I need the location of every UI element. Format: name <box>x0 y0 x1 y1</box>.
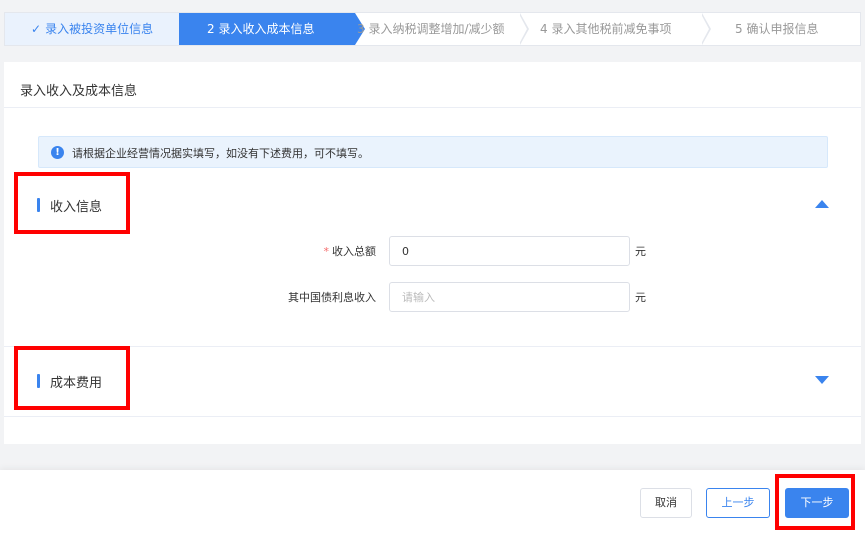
bond-interest-row: 其中国债利息收入 元 <box>4 282 861 312</box>
previous-step-button[interactable]: 上一步 <box>706 488 770 518</box>
section-divider <box>4 416 861 417</box>
check-icon: ✓ <box>31 22 42 36</box>
step-3[interactable]: 3 录入纳税调整增加/减少额 <box>357 13 505 45</box>
step-4-label: 4 录入其他税前减免事项 <box>540 22 672 36</box>
chevron-down-icon[interactable] <box>815 376 829 384</box>
total-income-unit: 元 <box>635 245 646 258</box>
cost-section-header[interactable]: 成本费用 <box>4 366 861 396</box>
chevron-up-icon[interactable] <box>815 200 829 208</box>
bond-interest-unit: 元 <box>635 291 646 304</box>
cancel-button[interactable]: 取消 <box>640 488 692 518</box>
step-1-label: 录入被投资单位信息 <box>45 22 154 36</box>
divider <box>4 107 861 108</box>
step-5-label: 5 确认申报信息 <box>735 22 819 36</box>
bond-interest-label: 其中国债利息收入 <box>288 291 376 304</box>
step-separator <box>519 13 529 45</box>
info-icon: ! <box>51 146 64 159</box>
info-notice: ! 请根据企业经营情况据实填写，如没有下述费用，可不填写。 <box>38 136 828 168</box>
card-title: 录入收入及成本信息 <box>20 84 138 99</box>
section-marker <box>37 374 40 388</box>
total-income-input[interactable] <box>389 236 630 266</box>
next-step-button[interactable]: 下一步 <box>785 488 849 518</box>
step-3-label: 3 录入纳税调整增加/减少额 <box>357 22 505 36</box>
section-divider <box>4 346 861 347</box>
step-2-label: 2 录入收入成本信息 <box>207 22 315 36</box>
total-income-label: * 收入总额 <box>324 243 377 259</box>
step-2-active[interactable]: 2 录入收入成本信息 <box>179 13 355 45</box>
total-income-label-text: 收入总额 <box>332 245 376 258</box>
cost-section-title: 成本费用 <box>50 376 103 391</box>
step-1-completed[interactable]: ✓ 录入被投资单位信息 <box>5 13 180 45</box>
income-section-title: 收入信息 <box>50 200 103 215</box>
notice-text: 请根据企业经营情况据实填写，如没有下述费用，可不填写。 <box>72 147 369 160</box>
required-mark: * <box>323 245 330 258</box>
step-progress-track: ✓ 录入被投资单位信息 2 录入收入成本信息 3 录入纳税调整增加/减少额 4 录… <box>4 12 861 46</box>
footer-bar: 取消 上一步 下一步 <box>0 470 865 533</box>
form-card: 录入收入及成本信息 ! 请根据企业经营情况据实填写，如没有下述费用，可不填写。 … <box>4 62 861 444</box>
step-progress-bar: ✓ 录入被投资单位信息 2 录入收入成本信息 3 录入纳税调整增加/减少额 4 录… <box>0 0 865 56</box>
section-marker <box>37 198 40 212</box>
step-separator <box>701 13 711 45</box>
total-income-row: *收入总额 元 <box>4 236 861 266</box>
income-section-header[interactable]: 收入信息 <box>4 190 861 220</box>
step-5[interactable]: 5 确认申报信息 <box>735 13 818 45</box>
step-4[interactable]: 4 录入其他税前减免事项 <box>540 13 671 45</box>
bond-interest-input[interactable] <box>389 282 630 312</box>
